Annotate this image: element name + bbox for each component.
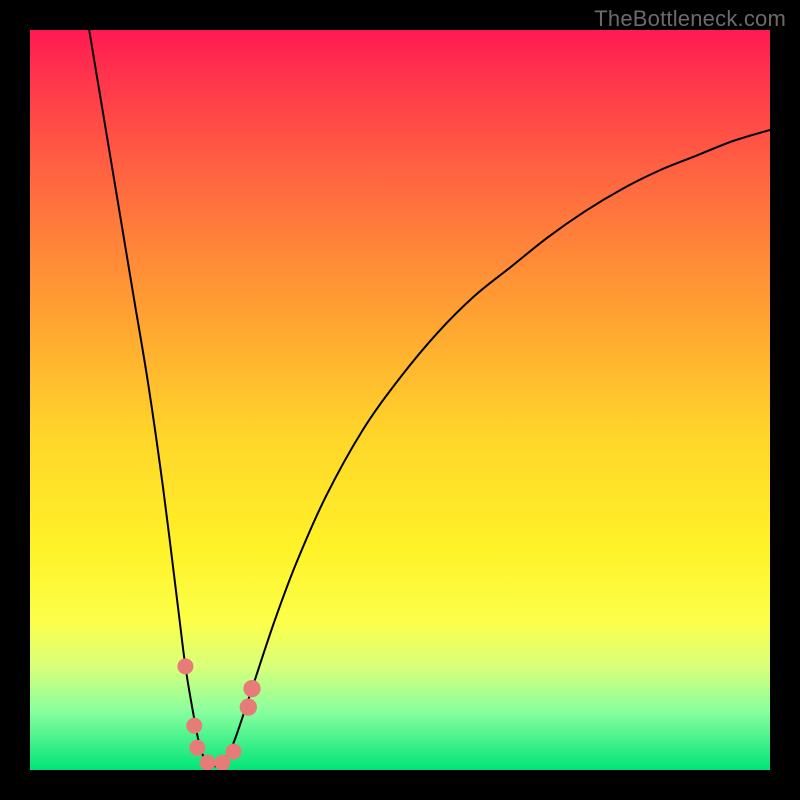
bottleneck-curve <box>89 30 770 766</box>
curve-marker <box>177 658 193 674</box>
plot-area <box>30 30 770 770</box>
curve-marker <box>189 740 205 756</box>
curve-markers <box>177 658 260 770</box>
chart-frame: TheBottleneck.com <box>0 0 800 800</box>
curve-svg <box>30 30 770 770</box>
curve-marker <box>226 744 242 760</box>
curve-marker <box>186 718 202 734</box>
curve-marker <box>240 698 257 715</box>
curve-marker <box>243 680 260 697</box>
curve-marker <box>200 755 216 770</box>
watermark-text: TheBottleneck.com <box>594 6 786 32</box>
